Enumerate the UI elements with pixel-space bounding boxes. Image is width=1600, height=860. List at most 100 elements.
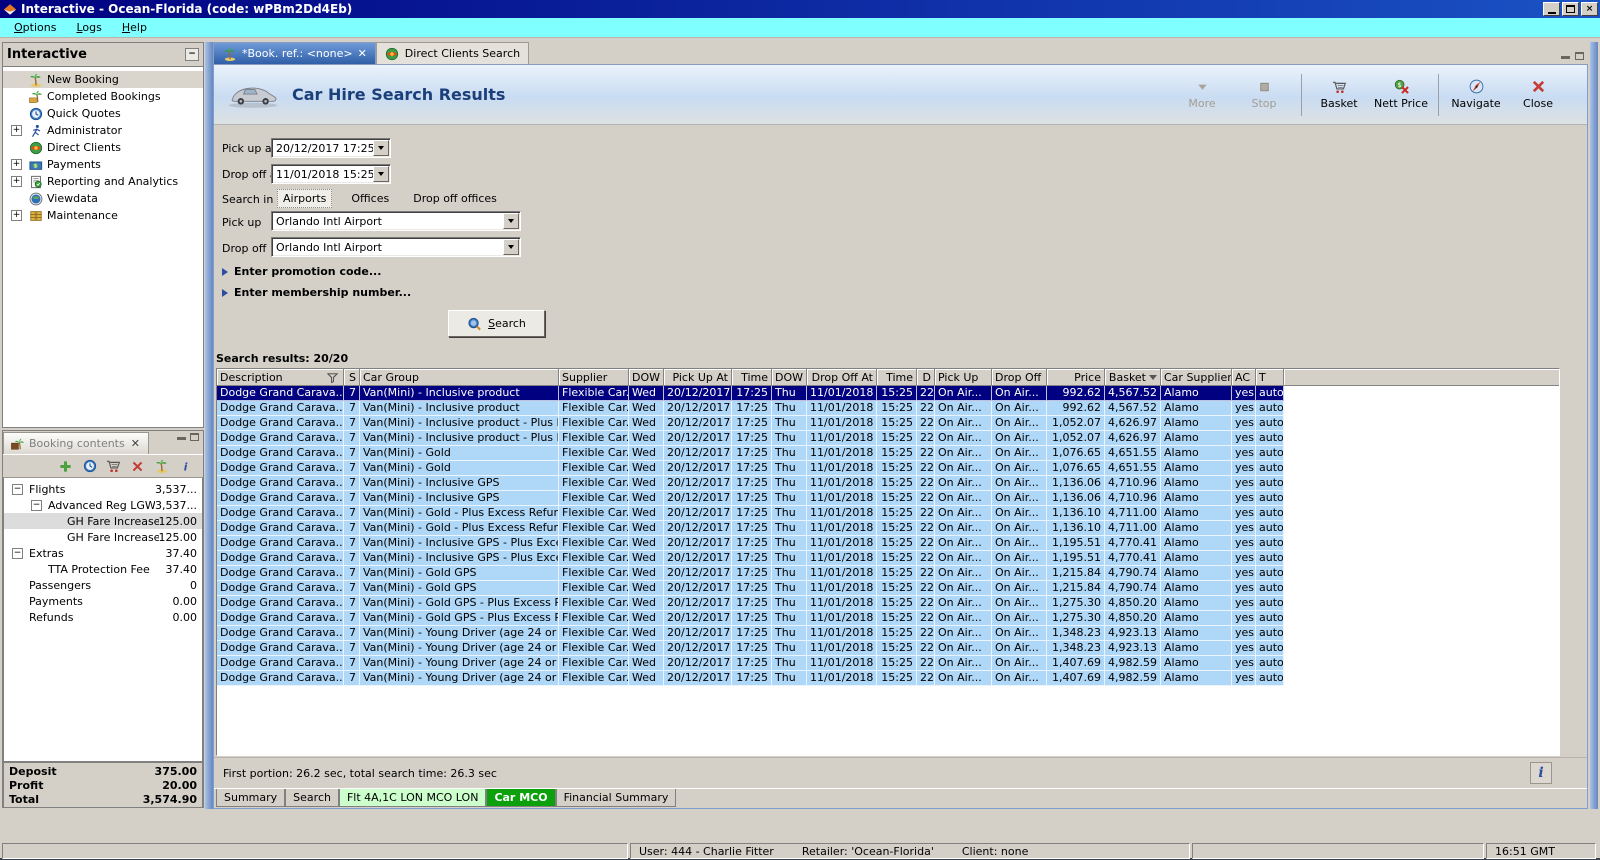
booking-minimize-icon[interactable] [177,433,186,440]
close-window-button[interactable]: × [1581,2,1598,16]
maximize-window-button[interactable] [1562,2,1579,16]
result-row[interactable]: Dodge Grand Carava... 7 Van(Mini) - Young … [217,671,1559,686]
column-header-dropoff[interactable]: Drop Off [992,369,1047,386]
collapse-icon[interactable]: − [12,483,23,495]
result-row[interactable]: Dodge Grand Carava... 7 Van(Mini) - Inclus… [217,401,1559,416]
sidebar-item-reporting-and-analytics[interactable]: + Reporting and Analytics [3,173,203,190]
menu-help[interactable]: Help [114,19,155,36]
booking-maximize-icon[interactable] [190,433,199,441]
booking-tree-row[interactable]: TTA Protection Fee 37.40 [4,561,202,577]
search-in-option-airports[interactable]: Airports [277,189,333,208]
column-header-d[interactable]: D [917,369,935,386]
tab-close-icon[interactable]: ✕ [358,47,367,60]
pickup-at-dropdown-icon[interactable] [373,140,389,156]
booking-contents-tab[interactable]: Booking contents ✕ [3,432,149,454]
column-header-dow1[interactable]: DOW [629,369,664,386]
bottom-tab-car-mco[interactable]: Car MCO [486,789,556,807]
collapse-icon[interactable]: − [12,547,23,559]
result-row[interactable]: Dodge Grand Carava... 7 Van(Mini) - Young … [217,641,1559,656]
booking-tree-row[interactable]: Passengers 0 [4,577,202,593]
sidebar-collapse-button[interactable]: − [185,48,199,61]
result-row[interactable]: Dodge Grand Carava... 7 Van(Mini) - Inclus… [217,491,1559,506]
dropoff-dropdown-icon[interactable] [503,239,519,255]
column-header-dow2[interactable]: DOW [772,369,807,386]
sidebar-item-viewdata[interactable]: Viewdata [3,190,203,207]
minimize-window-button[interactable] [1543,2,1560,16]
sidebar-item-maintenance[interactable]: + Maintenance [3,207,203,224]
column-header-basket[interactable]: Basket [1105,369,1161,386]
bottom-tab-financial-summary[interactable]: Financial Summary [555,789,677,807]
column-header-car_group[interactable]: Car Group [360,369,559,386]
vertical-splitter[interactable] [205,42,213,809]
result-row[interactable]: Dodge Grand Carava... 7 Van(Mini) - Young … [217,656,1559,671]
pickup-combo[interactable]: Orlando Intl Airport [271,211,521,231]
expand-icon[interactable]: + [11,159,22,170]
info-icon[interactable]: i [178,459,193,474]
column-header-pickup[interactable]: Pick Up [935,369,992,386]
booking-tree-row[interactable]: − Flights 3,537... [4,481,202,497]
result-row[interactable]: Dodge Grand Carava... 7 Van(Mini) - Young … [217,626,1559,641]
result-row[interactable]: Dodge Grand Carava... 7 Van(Mini) - Gold Fl… [217,446,1559,461]
result-row[interactable]: Dodge Grand Carava... 7 Van(Mini) - Gold G… [217,566,1559,581]
mdi-minimize-icon[interactable] [1561,52,1570,59]
booking-tree-row[interactable]: GH Fare Increase 125.00 [4,513,202,529]
dropoff-combo[interactable]: Orlando Intl Airport [271,237,521,257]
result-row[interactable]: Dodge Grand Carava... 7 Van(Mini) - Gold Fl… [217,461,1559,476]
result-row[interactable]: Dodge Grand Carava... 7 Van(Mini) - Gold G… [217,581,1559,596]
result-row[interactable]: Dodge Grand Carava... 7 Van(Mini) - Inclus… [217,416,1559,431]
collapse-icon[interactable]: − [31,499,42,511]
navigate-button[interactable]: Navigate [1447,73,1505,117]
red-x-icon[interactable] [130,459,145,474]
dropoff-at-combo[interactable]: 11/01/2018 15:25 [271,164,391,184]
result-row[interactable]: Dodge Grand Carava... 7 Van(Mini) - Inclus… [217,476,1559,491]
column-header-description[interactable]: Description [217,369,344,386]
nett-price-button[interactable]: $ Nett Price [1372,73,1430,117]
expand-icon[interactable]: + [11,125,22,136]
sidebar-item-administrator[interactable]: + Administrator [3,122,203,139]
result-row[interactable]: Dodge Grand Carava... 7 Van(Mini) - Gold -… [217,521,1559,536]
sidebar-item-completed-bookings[interactable]: Completed Bookings [3,88,203,105]
sidebar-item-payments[interactable]: + $ Payments [3,156,203,173]
membership-number-expander[interactable]: Enter membership number... [222,286,411,299]
pickup-dropdown-icon[interactable] [503,213,519,229]
booking-tree-row[interactable]: −Advanced Reg LGW>M3,537... [4,497,202,513]
result-row[interactable]: Dodge Grand Carava... 7 Van(Mini) - Gold G… [217,596,1559,611]
bottom-tab-summary[interactable]: Summary [216,789,286,807]
search-in-option-drop-off-offices[interactable]: Drop off offices [408,190,502,207]
result-row[interactable]: Dodge Grand Carava... 7 Van(Mini) - Gold G… [217,611,1559,626]
booking-tree-row[interactable]: GH Fare Increase 125.00 [4,529,202,545]
info-button[interactable]: i [1530,762,1552,784]
menu-logs[interactable]: Logs [68,19,109,36]
column-header-s[interactable]: S [344,369,360,386]
column-header-time2[interactable]: Time [877,369,917,386]
dropoff-at-dropdown-icon[interactable] [373,166,389,182]
column-header-time1[interactable]: Time [732,369,772,386]
result-row[interactable]: Dodge Grand Carava... 7 Van(Mini) - Gold -… [217,506,1559,521]
plus-icon[interactable] [58,459,73,474]
menu-options[interactable]: Options [6,19,64,36]
column-header-pickup_at[interactable]: Pick Up At [664,369,732,386]
expand-icon[interactable]: + [11,176,22,187]
mdi-tab-direct-clients-search[interactable]: Direct Clients Search [375,42,530,64]
result-row[interactable]: Dodge Grand Carava... 7 Van(Mini) - Inclus… [217,386,1559,401]
result-row[interactable]: Dodge Grand Carava... 7 Van(Mini) - Inclus… [217,536,1559,551]
booking-tree-row[interactable]: Refunds 0.00 [4,609,202,625]
bottom-tab-flt-4a-1c-lon-mco-lon[interactable]: Flt 4A,1C LON MCO LON [338,789,487,807]
palm-icon[interactable] [154,459,169,474]
column-header-price[interactable]: Price [1047,369,1105,386]
column-header-dropoff_at[interactable]: Drop Off At [807,369,877,386]
pickup-at-combo[interactable]: 20/12/2017 17:25 [271,138,391,158]
column-header-t[interactable]: T [1256,369,1284,386]
promotion-code-expander[interactable]: Enter promotion code... [222,265,381,278]
mdi-tab--book-ref-none-[interactable]: *Book. ref.: <none> ✕ [213,42,376,64]
cart-icon[interactable] [106,459,121,474]
sidebar-item-direct-clients[interactable]: Direct Clients [3,139,203,156]
booking-contents-close-icon[interactable]: ✕ [129,437,142,450]
booking-tree-row[interactable]: − Extras 37.40 [4,545,202,561]
column-header-ac[interactable]: AC [1232,369,1256,386]
result-row[interactable]: Dodge Grand Carava... 7 Van(Mini) - Inclus… [217,431,1559,446]
clock-globe-icon[interactable] [82,459,97,474]
column-header-supplier[interactable]: Supplier [559,369,629,386]
search-button[interactable]: Search [448,310,545,337]
result-row[interactable]: Dodge Grand Carava... 7 Van(Mini) - Inclus… [217,551,1559,566]
